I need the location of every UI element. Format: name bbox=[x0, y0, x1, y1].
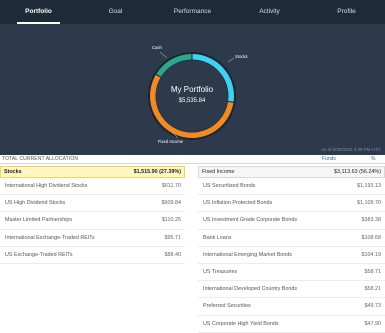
portfolio-total: $5,535.84 bbox=[179, 98, 206, 104]
holding-name: International Emerging Market Bonds bbox=[203, 251, 292, 258]
stocks-leader-line bbox=[227, 57, 235, 63]
holding-name: International Exchange-Traded REITs bbox=[5, 234, 95, 241]
fixed-income-column: Fixed Income $3,113.63 (56.24%) US Secur… bbox=[198, 166, 385, 333]
holding-name: International Developed Country Bonds bbox=[203, 286, 298, 293]
holding-amount: $108.68 bbox=[361, 234, 382, 241]
allocation-header: TOTAL CURRENT ALLOCATION Funds % bbox=[0, 155, 385, 164]
tab-portfolio[interactable]: Portfolio bbox=[0, 0, 77, 24]
holding-name: US Investment Grade Corporate Bonds bbox=[203, 217, 298, 224]
cash-label: Cash bbox=[152, 45, 162, 50]
fixed-income-group-header[interactable]: Fixed Income $3,113.63 (56.24%) bbox=[198, 166, 385, 178]
fixed-income-group-name: Fixed Income bbox=[202, 169, 235, 175]
holding-amount: $58.21 bbox=[364, 286, 382, 293]
list-item[interactable]: US Investment Grade Corporate Bonds $383.… bbox=[198, 212, 385, 230]
holding-amount: $104.19 bbox=[361, 251, 382, 258]
as-of-timestamp: As of 6/30/2025 3:49 PM UTC bbox=[320, 147, 381, 152]
holding-amount: $1,109.70 bbox=[357, 200, 381, 207]
holding-amount: $1,193.13 bbox=[357, 183, 381, 190]
stocks-label: Stocks bbox=[235, 54, 248, 59]
portfolio-title: My Portfolio bbox=[171, 85, 214, 94]
list-item[interactable]: International Exchange-Traded REITs $95.7… bbox=[0, 230, 185, 247]
stocks-group-amount: $1,515.90 (27.39%) bbox=[133, 169, 181, 175]
list-item[interactable]: International Emerging Market Bonds $104.… bbox=[198, 247, 385, 264]
holding-amount: $383.38 bbox=[361, 217, 382, 224]
holding-amount: $58.71 bbox=[364, 269, 382, 276]
list-item[interactable]: Preferred Securities $49.73 bbox=[198, 298, 385, 316]
holding-amount: $88.40 bbox=[164, 251, 182, 258]
holding-amount: $609.84 bbox=[161, 200, 182, 207]
holding-name: US Corporate High Yield Bonds bbox=[203, 320, 279, 327]
list-item[interactable]: US Exchange-Traded REITs $88.40 bbox=[0, 247, 185, 264]
percent-toggle[interactable]: % bbox=[371, 156, 375, 162]
list-item[interactable]: US High Dividend Stocks $609.84 bbox=[0, 195, 185, 213]
list-item[interactable]: US Treasuries $58.71 bbox=[198, 264, 385, 282]
list-item[interactable]: International Developed Country Bonds $58… bbox=[198, 281, 385, 299]
stocks-group-name: Stocks bbox=[4, 169, 22, 175]
holding-name: US Securitized Bonds bbox=[203, 183, 256, 190]
portfolio-summary-panel: Cash Stocks Fixed Income My Portfolio $5… bbox=[0, 24, 385, 155]
allocation-title: TOTAL CURRENT ALLOCATION bbox=[2, 156, 79, 162]
tab-goal[interactable]: Goal bbox=[77, 0, 154, 24]
holding-amount: $47.90 bbox=[364, 320, 382, 327]
funds-toggle[interactable]: Funds bbox=[322, 156, 336, 162]
holding-amount: $49.73 bbox=[364, 303, 382, 310]
list-item[interactable]: International High Dividend Stocks $611.7… bbox=[0, 178, 185, 196]
list-item[interactable]: US Inflation Protected Bonds $1,109.70 bbox=[198, 195, 385, 213]
allocation-donut-chart: Cash Stocks Fixed Income My Portfolio $5… bbox=[148, 45, 248, 144]
top-nav: Portfolio Goal Performance Activity Prof… bbox=[0, 0, 385, 24]
holding-name: US High Dividend Stocks bbox=[5, 200, 66, 207]
holding-name: US Inflation Protected Bonds bbox=[203, 200, 273, 207]
holding-name: Bank Loans bbox=[203, 234, 232, 241]
donut-center bbox=[156, 60, 228, 132]
holding-amount: $95.71 bbox=[164, 234, 182, 241]
holding-name: US Exchange-Traded REITs bbox=[5, 251, 73, 258]
holding-name: International High Dividend Stocks bbox=[5, 183, 88, 190]
list-item[interactable]: Bank Loans $108.68 bbox=[198, 230, 385, 247]
fixed-income-label: Fixed Income bbox=[158, 139, 184, 144]
fixed-income-group-amount: $3,113.63 (56.24%) bbox=[334, 169, 381, 175]
tab-activity[interactable]: Activity bbox=[231, 0, 308, 24]
holding-amount: $110.25 bbox=[161, 217, 181, 224]
stocks-column: Stocks $1,515.90 (27.39%) International … bbox=[0, 166, 185, 264]
holding-name: Master Limited Partnerships bbox=[5, 217, 73, 224]
list-item[interactable]: US Securitized Bonds $1,193.13 bbox=[198, 178, 385, 196]
tab-performance[interactable]: Performance bbox=[154, 0, 231, 24]
holding-name: US Treasuries bbox=[203, 269, 238, 276]
holding-name: Preferred Securities bbox=[203, 303, 251, 310]
stocks-group-header[interactable]: Stocks $1,515.90 (27.39%) bbox=[0, 166, 185, 178]
tab-profile[interactable]: Profile bbox=[308, 0, 385, 24]
cash-leader-line bbox=[159, 51, 168, 59]
holding-amount: $611.70 bbox=[161, 183, 181, 190]
list-item[interactable]: Master Limited Partnerships $110.25 bbox=[0, 212, 185, 230]
list-item[interactable]: US Corporate High Yield Bonds $47.90 bbox=[198, 316, 385, 333]
